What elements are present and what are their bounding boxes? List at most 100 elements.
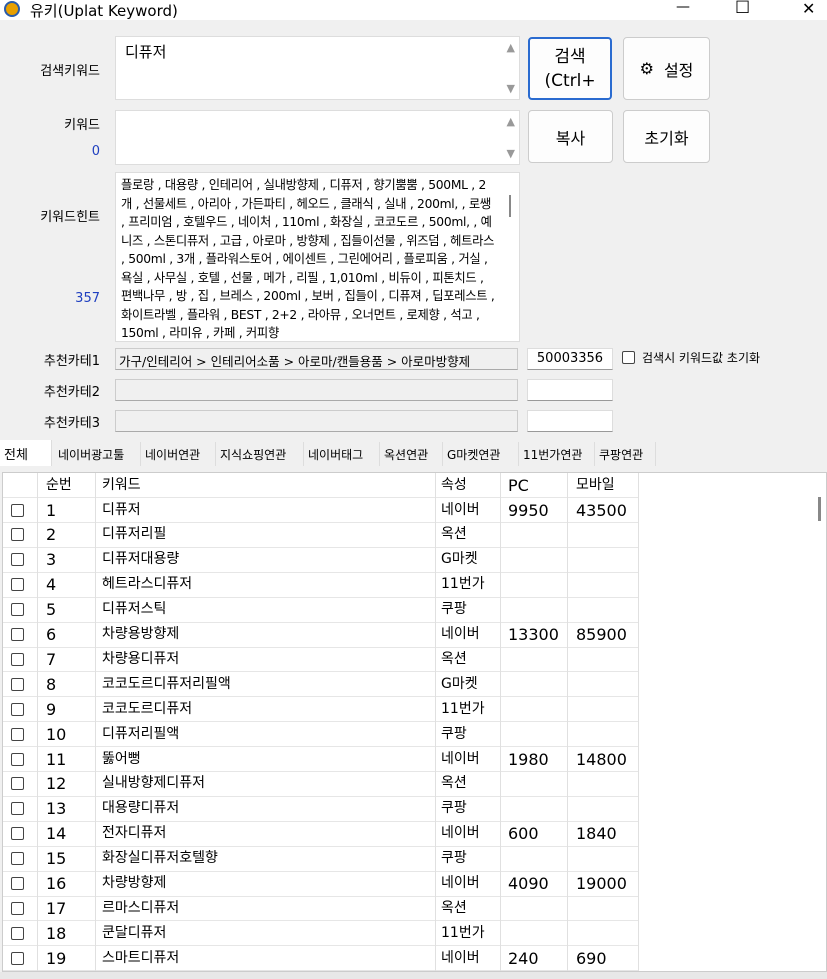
copy-button[interactable]: 복사 — [528, 110, 613, 163]
row-checkbox[interactable] — [11, 503, 24, 517]
cell-attribute: 옥션 — [436, 771, 501, 797]
tab-3[interactable]: 지식쇼핑연관 — [216, 442, 304, 466]
search-keyword-input[interactable]: 디퓨저 ▲ ▼ — [115, 36, 520, 100]
row-checkbox[interactable] — [11, 802, 24, 816]
row-checkbox[interactable] — [11, 827, 24, 841]
settings-button[interactable]: ⚙ 설정 — [623, 37, 710, 100]
scroll-up-icon[interactable]: ▲ — [507, 41, 515, 54]
table-row[interactable]: 12 실내방향제디퓨저 옥션 — [3, 771, 639, 797]
title-bar: 유키(Uplat Keyword) — ☐ ✕ — [0, 0, 827, 20]
keyword-hint-text[interactable]: 플로랑 , 대용량 , 인테리어 , 실내방향제 , 디퓨저 , 향기뿜뿜 , … — [115, 172, 520, 342]
cell-number: 15 — [38, 846, 96, 872]
header-number[interactable]: 순번 — [38, 473, 96, 498]
scrollbar-thumb[interactable] — [509, 195, 511, 217]
tab-1[interactable]: 네이버광고툴 — [54, 442, 141, 466]
table-row[interactable]: 9 코코도르디퓨저 11번가 — [3, 696, 639, 723]
header-keyword[interactable]: 키워드 — [96, 473, 436, 498]
table-scrollbar-thumb[interactable] — [818, 497, 821, 521]
scroll-down-icon[interactable]: ▼ — [507, 147, 515, 160]
cell-number: 16 — [38, 871, 96, 896]
search-button[interactable]: 검색 (Ctrl+ — [528, 37, 612, 100]
header-pc[interactable]: PC — [501, 473, 568, 498]
cell-attribute: 11번가 — [436, 920, 501, 946]
keyword-input[interactable]: ▲ ▼ — [115, 110, 520, 165]
table-row[interactable]: 7 차량용디퓨저 옥션 — [3, 646, 639, 673]
cell-attribute: 11번가 — [436, 696, 501, 722]
row-checkbox[interactable] — [11, 901, 24, 915]
cell-pc — [501, 572, 568, 598]
cell-attribute: G마켓 — [436, 547, 501, 573]
header-attribute[interactable]: 속성 — [436, 473, 501, 498]
cell-keyword: 화장실디퓨저호텔향 — [96, 846, 436, 872]
row-checkbox[interactable] — [11, 877, 24, 890]
table-row[interactable]: 1 디퓨저 네이버 9950 43500 — [3, 497, 639, 523]
table-row[interactable]: 19 스마트디퓨저 네이버 240 690 — [3, 945, 639, 971]
table-row[interactable]: 2 디퓨저리필 옥션 — [3, 522, 639, 548]
category3-code[interactable] — [527, 410, 613, 432]
table-row[interactable]: 17 르마스디퓨저 옥션 — [3, 895, 639, 922]
tab-8[interactable]: 쿠팡연관 — [595, 442, 656, 466]
scroll-up-icon[interactable]: ▲ — [507, 115, 515, 128]
scroll-down-icon[interactable]: ▼ — [507, 82, 515, 95]
row-checkbox[interactable] — [11, 677, 24, 691]
category1-path-text: 가구/인테리어 > 인테리어소품 > 아로마/캔들용품 > 아로마방향제 — [119, 354, 471, 369]
minimize-button[interactable]: — — [676, 0, 690, 15]
table-row[interactable]: 16 차량방향제 네이버 4090 19000 — [3, 871, 639, 897]
tab-2[interactable]: 네이버연관 — [141, 442, 216, 466]
tab-0[interactable]: 전체 — [0, 440, 52, 466]
category2-label: 추천카테2 — [43, 385, 100, 400]
table-row[interactable]: 3 디퓨저대용량 G마켓 — [3, 547, 639, 573]
reset-label: 초기화 — [644, 128, 689, 148]
row-checkbox[interactable] — [11, 628, 24, 641]
row-checkbox[interactable] — [11, 603, 24, 617]
tab-5[interactable]: 옥션연관 — [380, 442, 443, 466]
table-row[interactable]: 15 화장실디퓨저호텔향 쿠팡 — [3, 846, 639, 872]
row-checkbox[interactable] — [11, 777, 24, 791]
reset-on-search-label[interactable]: 검색시 키워드값 초기화 — [642, 349, 760, 366]
reset-on-search-checkbox[interactable] — [622, 351, 635, 364]
row-checkbox[interactable] — [11, 702, 24, 716]
row-checkbox[interactable] — [11, 852, 24, 866]
row-checkbox[interactable] — [11, 528, 24, 542]
reset-button[interactable]: 초기화 — [623, 110, 710, 163]
tab-7[interactable]: 11번가연관 — [519, 442, 595, 466]
cell-mobile — [568, 522, 639, 548]
table-row[interactable]: 6 차량용방향제 네이버 13300 85900 — [3, 622, 639, 648]
cell-pc: 4090 — [501, 871, 568, 896]
row-checkbox[interactable] — [11, 752, 24, 766]
cell-mobile: 85900 — [568, 622, 639, 647]
table-row[interactable]: 10 디퓨저리필액 쿠팡 — [3, 721, 639, 748]
row-checkbox[interactable] — [11, 553, 24, 567]
table-row[interactable]: 8 코코도르디퓨저리필액 G마켓 — [3, 671, 639, 698]
cell-number: 8 — [38, 671, 96, 697]
table-row[interactable]: 4 헤트라스디퓨저 11번가 — [3, 572, 639, 598]
cell-number: 10 — [38, 721, 96, 747]
close-button[interactable]: ✕ — [802, 0, 815, 18]
row-checkbox[interactable] — [11, 578, 24, 592]
row-checkbox[interactable] — [11, 926, 24, 940]
cell-number: 19 — [38, 945, 96, 971]
tab-6[interactable]: G마켓연관 — [443, 442, 519, 466]
maximize-button[interactable]: ☐ — [735, 0, 750, 18]
row-checkbox[interactable] — [11, 951, 24, 965]
tab-4[interactable]: 네이버태그 — [304, 442, 380, 466]
category1-code[interactable]: 50003356 — [527, 348, 613, 370]
cell-attribute: 네이버 — [436, 871, 501, 896]
horizontal-scrollbar[interactable] — [0, 972, 827, 979]
row-checkbox[interactable] — [11, 727, 24, 741]
cell-keyword: 코코도르디퓨저리필액 — [96, 671, 436, 697]
row-checkbox-cell — [3, 746, 38, 772]
cell-pc: 240 — [501, 945, 568, 971]
cell-attribute: 네이버 — [436, 622, 501, 647]
cell-attribute: 네이버 — [436, 821, 501, 847]
cell-mobile — [568, 597, 639, 623]
table-row[interactable]: 13 대용량디퓨저 쿠팡 — [3, 796, 639, 822]
category2-code[interactable] — [527, 379, 613, 401]
table-row[interactable]: 18 쿤달디퓨저 11번가 — [3, 920, 639, 947]
header-mobile[interactable]: 모바일 — [568, 473, 639, 498]
table-row[interactable]: 14 전자디퓨저 네이버 600 1840 — [3, 821, 639, 847]
table-row[interactable]: 11 뚫어뻥 네이버 1980 14800 — [3, 746, 639, 772]
table-row[interactable]: 5 디퓨저스틱 쿠팡 — [3, 597, 639, 623]
cell-pc — [501, 920, 568, 946]
row-checkbox[interactable] — [11, 652, 24, 666]
